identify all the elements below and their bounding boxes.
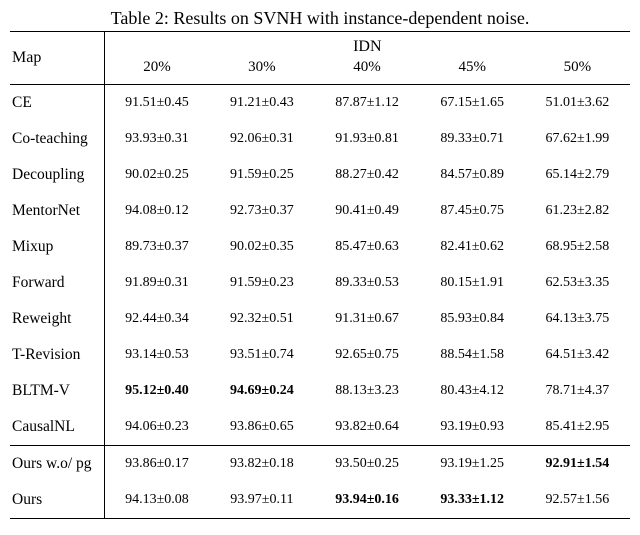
header-noise-1: 30% [209, 57, 314, 84]
value-cell: 93.14±0.53 [104, 337, 209, 373]
value-cell: 92.65±0.75 [314, 337, 419, 373]
value-cell: 91.93±0.81 [314, 121, 419, 157]
value-cell: 91.59±0.23 [209, 265, 314, 301]
value-cell: 93.19±1.25 [420, 446, 525, 483]
header-map: Map [10, 32, 104, 85]
value-cell: 93.86±0.65 [209, 409, 314, 446]
method-cell: Decoupling [10, 157, 104, 193]
value-cell: 89.33±0.53 [314, 265, 419, 301]
method-cell: T-Revision [10, 337, 104, 373]
method-cell: Co-teaching [10, 121, 104, 157]
value-cell: 85.93±0.84 [420, 301, 525, 337]
value-cell: 93.86±0.17 [104, 446, 209, 483]
value-cell: 94.06±0.23 [104, 409, 209, 446]
value-cell: 88.54±1.58 [420, 337, 525, 373]
table-row: Decoupling90.02±0.2591.59±0.2588.27±0.42… [10, 157, 630, 193]
value-cell: 93.19±0.93 [420, 409, 525, 446]
value-cell: 65.14±2.79 [525, 157, 630, 193]
value-cell: 93.82±0.64 [314, 409, 419, 446]
value-cell: 80.43±4.12 [420, 373, 525, 409]
value-cell: 91.21±0.43 [209, 85, 314, 122]
value-cell: 93.82±0.18 [209, 446, 314, 483]
value-cell: 61.23±2.82 [525, 193, 630, 229]
value-cell: 88.13±3.23 [314, 373, 419, 409]
value-cell: 85.41±2.95 [525, 409, 630, 446]
value-cell: 87.87±1.12 [314, 85, 419, 122]
value-cell: 91.89±0.31 [104, 265, 209, 301]
value-cell: 88.27±0.42 [314, 157, 419, 193]
table-body: CE91.51±0.4591.21±0.4387.87±1.1267.15±1.… [10, 85, 630, 520]
value-cell: 92.73±0.37 [209, 193, 314, 229]
header-noise-3: 45% [420, 57, 525, 84]
table-row: CE91.51±0.4591.21±0.4387.87±1.1267.15±1.… [10, 85, 630, 122]
value-cell: 90.02±0.25 [104, 157, 209, 193]
value-cell: 91.59±0.25 [209, 157, 314, 193]
value-cell: 94.69±0.24 [209, 373, 314, 409]
value-cell: 94.13±0.08 [104, 482, 209, 519]
table-row: T-Revision93.14±0.5393.51±0.7492.65±0.75… [10, 337, 630, 373]
value-cell: 93.33±1.12 [420, 482, 525, 519]
table-row: BLTM-V95.12±0.4094.69±0.2488.13±3.2380.4… [10, 373, 630, 409]
value-cell: 64.51±3.42 [525, 337, 630, 373]
value-cell: 67.15±1.65 [420, 85, 525, 122]
table-caption: Table 2: Results on SVNH with instance-d… [10, 8, 630, 29]
value-cell: 92.32±0.51 [209, 301, 314, 337]
bottom-rule [10, 519, 630, 520]
method-cell: CE [10, 85, 104, 122]
value-cell: 87.45±0.75 [420, 193, 525, 229]
value-cell: 82.41±0.62 [420, 229, 525, 265]
method-cell: Mixup [10, 229, 104, 265]
value-cell: 89.73±0.37 [104, 229, 209, 265]
value-cell: 68.95±2.58 [525, 229, 630, 265]
value-cell: 85.47±0.63 [314, 229, 419, 265]
method-cell: Ours [10, 482, 104, 519]
header-idn: IDN [104, 32, 630, 58]
value-cell: 84.57±0.89 [420, 157, 525, 193]
table-row: Ours w.o/ pg93.86±0.1793.82±0.1893.50±0.… [10, 446, 630, 483]
method-cell: MentorNet [10, 193, 104, 229]
value-cell: 80.15±1.91 [420, 265, 525, 301]
header-noise-0: 20% [104, 57, 209, 84]
table-row: Mixup89.73±0.3790.02±0.3585.47±0.6382.41… [10, 229, 630, 265]
value-cell: 92.06±0.31 [209, 121, 314, 157]
method-cell: BLTM-V [10, 373, 104, 409]
value-cell: 94.08±0.12 [104, 193, 209, 229]
table-row: Forward91.89±0.3191.59±0.2389.33±0.5380.… [10, 265, 630, 301]
value-cell: 51.01±3.62 [525, 85, 630, 122]
table-row: Co-teaching93.93±0.3192.06±0.3191.93±0.8… [10, 121, 630, 157]
value-cell: 92.91±1.54 [525, 446, 630, 483]
method-cell: CausalNL [10, 409, 104, 446]
header-noise-2: 40% [314, 57, 419, 84]
method-cell: Ours w.o/ pg [10, 446, 104, 483]
value-cell: 93.97±0.11 [209, 482, 314, 519]
value-cell: 95.12±0.40 [104, 373, 209, 409]
table-row: MentorNet94.08±0.1292.73±0.3790.41±0.498… [10, 193, 630, 229]
value-cell: 93.50±0.25 [314, 446, 419, 483]
results-table: Map IDN 20% 30% 40% 45% 50% CE91.51±0.45… [10, 31, 630, 519]
value-cell: 91.31±0.67 [314, 301, 419, 337]
method-cell: Forward [10, 265, 104, 301]
value-cell: 93.94±0.16 [314, 482, 419, 519]
value-cell: 64.13±3.75 [525, 301, 630, 337]
table-row: CausalNL94.06±0.2393.86±0.6593.82±0.6493… [10, 409, 630, 446]
value-cell: 89.33±0.71 [420, 121, 525, 157]
table-row: Reweight92.44±0.3492.32±0.5191.31±0.6785… [10, 301, 630, 337]
header-noise-4: 50% [525, 57, 630, 84]
method-cell: Reweight [10, 301, 104, 337]
value-cell: 78.71±4.37 [525, 373, 630, 409]
value-cell: 93.93±0.31 [104, 121, 209, 157]
value-cell: 92.44±0.34 [104, 301, 209, 337]
value-cell: 62.53±3.35 [525, 265, 630, 301]
value-cell: 93.51±0.74 [209, 337, 314, 373]
table-row: Ours94.13±0.0893.97±0.1193.94±0.1693.33±… [10, 482, 630, 519]
value-cell: 91.51±0.45 [104, 85, 209, 122]
value-cell: 67.62±1.99 [525, 121, 630, 157]
value-cell: 90.02±0.35 [209, 229, 314, 265]
value-cell: 90.41±0.49 [314, 193, 419, 229]
value-cell: 92.57±1.56 [525, 482, 630, 519]
